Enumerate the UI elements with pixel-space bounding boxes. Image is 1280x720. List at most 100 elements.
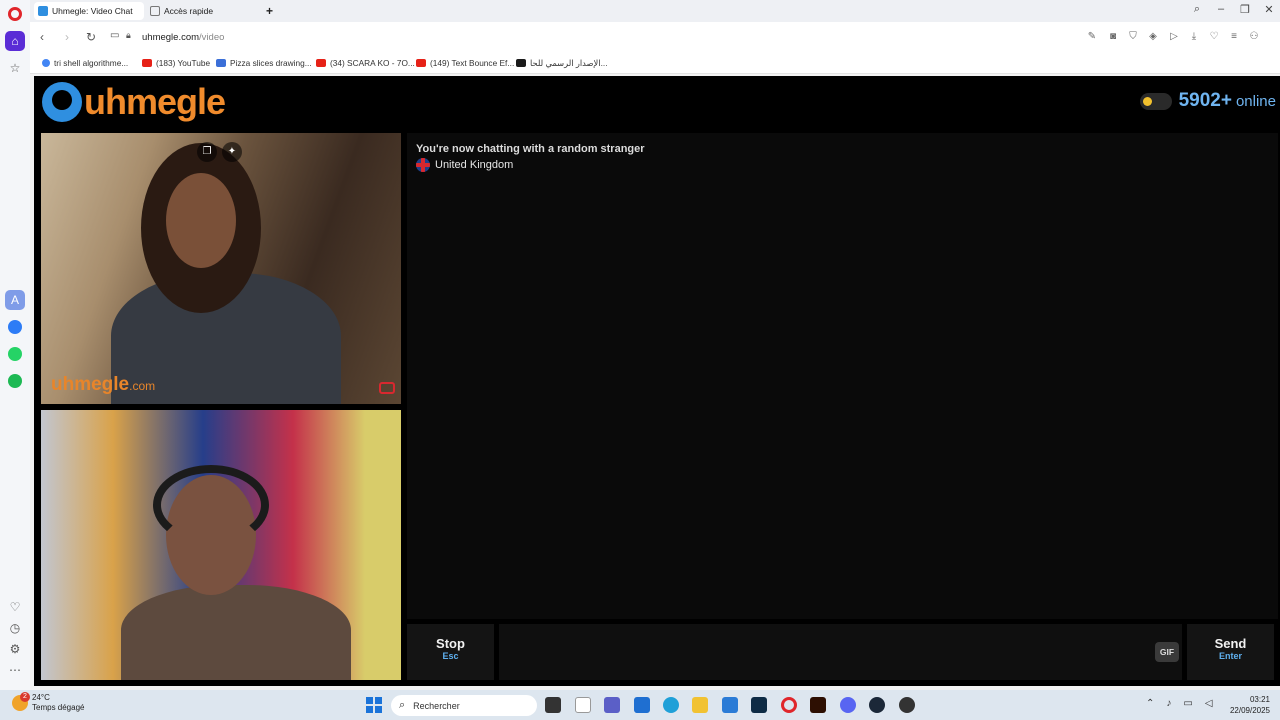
microsoft-store-icon[interactable] <box>722 697 738 713</box>
bookmarks-star-icon[interactable]: ☆ <box>5 58 25 78</box>
history-icon[interactable]: ◷ <box>5 618 25 638</box>
sun-icon <box>1142 96 1152 106</box>
camera-icon[interactable]: ◙ <box>1107 31 1119 43</box>
weather-text: 24°C Temps dégagé <box>32 693 84 713</box>
microphone-icon[interactable]: ♪ <box>1166 698 1171 709</box>
tab-uhmegle[interactable]: Uhmegle: Video Chat <box>34 2 144 20</box>
tab-quick-access[interactable]: Accès rapide <box>146 2 256 20</box>
opera-logo-icon[interactable] <box>8 7 22 21</box>
effects-sparkle-icon[interactable]: ✦ <box>222 142 242 162</box>
grid-icon <box>150 6 160 16</box>
notepad-icon[interactable] <box>575 697 591 713</box>
weather-condition: Temps dégagé <box>32 703 85 712</box>
uhmegle-logo[interactable]: uhmegle <box>42 81 226 123</box>
heart-outline-icon[interactable]: ♡ <box>1208 31 1220 43</box>
profile-icon[interactable]: ⚇ <box>1248 31 1260 43</box>
drawing-icon <box>216 59 226 67</box>
system-clock[interactable]: 03:21 22/09/2025 <box>1226 694 1270 716</box>
headphones-icon <box>153 465 269 545</box>
download-icon[interactable]: ⤓ <box>1188 31 1200 43</box>
shield-icon[interactable]: ⛉ <box>1127 31 1139 43</box>
photoshop-icon[interactable] <box>751 697 767 713</box>
new-tab-button[interactable]: + <box>262 2 278 20</box>
volume-icon[interactable]: ◁ <box>1205 698 1213 709</box>
teams-icon[interactable] <box>604 697 620 713</box>
triangle-logo-icon <box>516 59 526 67</box>
uk-flag-icon <box>416 158 430 172</box>
more-options-icon[interactable]: ⋯ <box>5 660 25 680</box>
pip-icon[interactable]: ❐ <box>197 142 217 162</box>
send-button[interactable]: Send Enter <box>1187 624 1274 680</box>
minimize-button[interactable]: – <box>1212 3 1230 15</box>
bookmark-item[interactable]: Pizza slices drawing... <box>216 58 312 68</box>
mail-icon[interactable] <box>634 697 650 713</box>
file-explorer-icon[interactable] <box>692 697 708 713</box>
send-label: Send <box>1214 636 1247 651</box>
opera-taskbar-icon[interactable] <box>781 697 797 713</box>
system-tray: ⌃ ♪ ▭ ◁ <box>1146 698 1213 709</box>
notification-badge: 2 <box>20 692 30 702</box>
reload-icon[interactable]: ↻ <box>86 30 96 44</box>
taskbar-search[interactable]: ⌕ Rechercher <box>391 695 537 716</box>
bookmark-item[interactable]: (149) Text Bounce Ef... <box>416 58 514 68</box>
heart-icon[interactable]: ♡ <box>5 597 25 617</box>
youtube-icon <box>316 59 326 67</box>
send-shortcut: Enter <box>1218 651 1242 661</box>
search-icon: ⌕ <box>399 699 406 711</box>
home-icon[interactable]: ⌂ <box>5 31 25 51</box>
message-input[interactable] <box>499 624 1182 680</box>
windows-taskbar: 2 24°C Temps dégagé ⌕ Rechercher ⌃ ♪ ▭ ◁ … <box>0 690 1280 720</box>
screen-share-icon[interactable]: ▭ <box>110 30 119 41</box>
youtube-icon <box>142 59 152 67</box>
uhmegle-favicon-icon <box>38 6 48 16</box>
stop-label: Stop <box>436 636 465 651</box>
bookmark-item[interactable]: (34) SCARA KO - 7O... <box>316 58 415 68</box>
forward-button[interactable]: › <box>65 30 69 44</box>
vpn-icon[interactable]: ◈ <box>1147 31 1159 43</box>
windows-start-icon[interactable] <box>366 697 382 713</box>
bookmark-item[interactable]: tri shell algorithme... <box>42 58 128 68</box>
chat-status-text: You're now chatting with a random strang… <box>416 143 645 155</box>
uhmegle-logo-icon <box>42 82 82 122</box>
google-icon <box>42 59 50 67</box>
stop-button[interactable]: Stop Esc <box>407 624 494 680</box>
menu-icon[interactable]: ≡ <box>1228 31 1240 43</box>
weather-widget[interactable]: 2 24°C Temps dégagé <box>12 692 84 713</box>
edit-icon[interactable]: ✎ <box>1086 31 1098 43</box>
play-icon[interactable]: ▷ <box>1168 31 1180 43</box>
report-flag-icon[interactable] <box>379 382 395 394</box>
uhmegle-page: uhmegle 5902+ online ❐ ✦ uhmegle.com You… <box>34 76 1280 686</box>
uhmegle-watermark: uhmegle.com <box>51 374 156 395</box>
search-tabs-icon[interactable]: ⌕ <box>1188 3 1206 16</box>
app-store-icon[interactable]: A <box>5 290 25 310</box>
temperature: 24°C <box>32 693 50 702</box>
weather-sun-icon: 2 <box>12 692 30 711</box>
back-button[interactable]: ‹ <box>40 30 44 44</box>
gif-button[interactable]: GIF <box>1155 642 1179 662</box>
bookmark-item[interactable]: (183) YouTube <box>142 58 210 68</box>
bookmarks-bar: tri shell algorithme... (183) YouTube Pi… <box>30 54 1280 74</box>
chat-log: You're now chatting with a random strang… <box>407 133 1278 619</box>
messenger-icon[interactable] <box>5 317 25 337</box>
edge-icon[interactable] <box>663 697 679 713</box>
close-window-button[interactable]: ✕ <box>1260 3 1278 16</box>
online-counter: 5902+ online <box>1139 90 1276 112</box>
browser-sidebar: ⌂ ☆ A ♡ ◷ ⚙ ⋯ <box>0 0 30 690</box>
whatsapp-icon[interactable] <box>5 344 25 364</box>
stranger-video: ❐ ✦ uhmegle.com <box>41 133 401 404</box>
network-icon[interactable]: ▭ <box>1183 698 1192 709</box>
steam-icon[interactable] <box>869 697 885 713</box>
theme-toggle[interactable] <box>1139 92 1172 110</box>
task-view-icon[interactable] <box>545 697 561 713</box>
chevron-up-icon[interactable]: ⌃ <box>1146 698 1154 709</box>
settings-gear-icon[interactable]: ⚙ <box>5 639 25 659</box>
logo-text: uhmegle <box>84 81 226 122</box>
restore-button[interactable]: ❐ <box>1236 3 1254 16</box>
clock-date: 22/09/2025 <box>1229 706 1270 715</box>
url-field[interactable]: uhmegle.com/video <box>142 32 224 43</box>
discord-icon[interactable] <box>840 697 856 713</box>
spider-app-icon[interactable] <box>899 697 915 713</box>
bookmark-item[interactable]: الإصدار الرسمي للحا... <box>516 58 608 68</box>
illustrator-icon[interactable] <box>810 697 826 713</box>
spotify-icon[interactable] <box>5 371 25 391</box>
